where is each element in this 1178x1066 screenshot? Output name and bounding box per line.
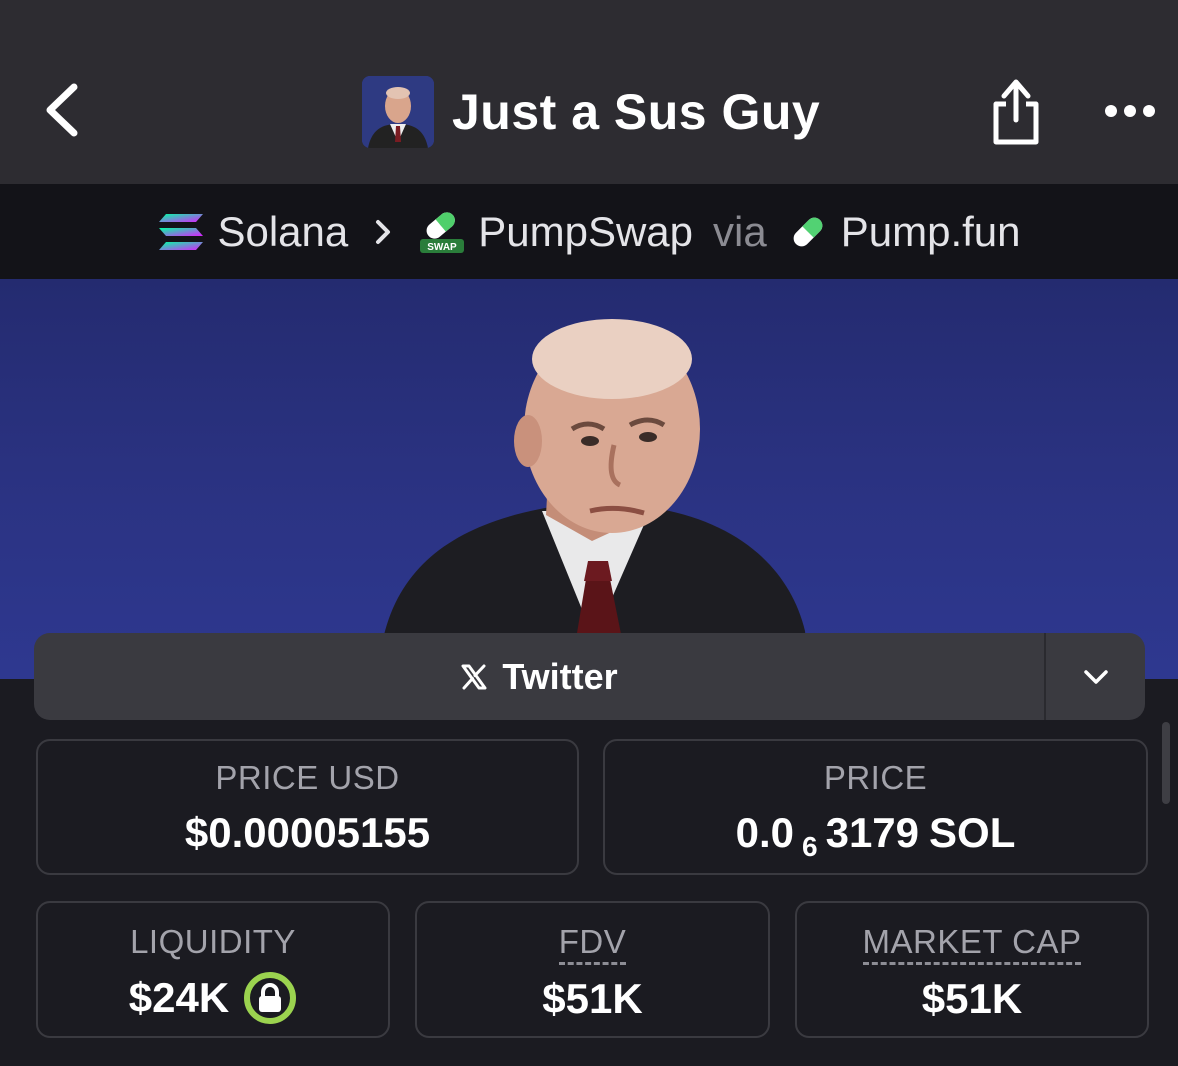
social-links: Twitter [34, 633, 1145, 720]
twitter-label: Twitter [502, 655, 618, 697]
liquidity-value: $24K [128, 974, 230, 1021]
solana-icon [157, 212, 205, 252]
price-native-unit: SOL [929, 809, 1016, 856]
top-bar: Just a Sus Guy [0, 0, 1178, 184]
more-horizontal-icon [1105, 105, 1155, 117]
token-avatar [362, 76, 434, 148]
share-icon [993, 79, 1039, 145]
price-usd-card: PRICE USD $0.00005155 [36, 739, 579, 875]
token-banner-image [0, 279, 1178, 679]
dex-label: PumpSwap [478, 207, 694, 255]
swap-badge-text: SWAP [428, 242, 458, 253]
price-native-card: PRICE 0.0 6 3179 SOL [603, 739, 1148, 875]
price-native-label: PRICE [823, 759, 928, 796]
pumpswap-icon: SWAP [418, 209, 466, 255]
scrollbar[interactable] [1162, 722, 1170, 804]
chevron-right-icon [374, 218, 392, 246]
pill-icon [787, 211, 829, 253]
back-button[interactable] [30, 78, 94, 142]
token-header: Just a Sus Guy [362, 76, 820, 148]
breadcrumb: Solana SWAP PumpSwap via Pump.fun [0, 184, 1178, 279]
launchpad-label: Pump.fun [840, 207, 1021, 255]
breadcrumb-launchpad[interactable]: Pump.fun [787, 208, 1021, 256]
chain-label: Solana [217, 207, 349, 255]
price-native-prefix: 0.0 [735, 809, 795, 856]
liquidity-value-row: $24K [38, 971, 388, 1025]
market-cap-label: MARKET CAP [862, 923, 1082, 965]
market-cap-label-wrap: MARKET CAP [797, 923, 1147, 965]
lock-icon[interactable] [243, 971, 297, 1025]
liquidity-card: LIQUIDITY $24K [36, 901, 390, 1038]
breadcrumb-chain[interactable]: Solana [157, 208, 348, 256]
page-title: Just a Sus Guy [452, 84, 821, 140]
chevron-left-icon [46, 83, 78, 137]
fdv-label: FDV [558, 923, 627, 965]
market-cap-value: $51K [921, 975, 1023, 1022]
liquidity-label: LIQUIDITY [130, 923, 296, 960]
social-dropdown-button[interactable] [1044, 633, 1145, 720]
share-button[interactable] [982, 72, 1050, 150]
twitter-button[interactable]: Twitter [34, 633, 1044, 720]
price-usd-label: PRICE USD [215, 759, 400, 796]
price-usd-value: $0.00005155 [184, 809, 431, 856]
market-cap-card[interactable]: MARKET CAP $51K [795, 901, 1149, 1038]
x-logo-icon [460, 663, 488, 691]
price-native-value: 0.0 6 3179 SOL [605, 809, 1146, 862]
fdv-value: $51K [542, 975, 643, 1022]
breadcrumb-dex[interactable]: SWAP PumpSwap [418, 208, 693, 256]
fdv-card[interactable]: FDV $51K [415, 901, 770, 1038]
more-button[interactable] [1096, 88, 1164, 134]
chevron-down-icon [1083, 669, 1108, 684]
fdv-label-wrap: FDV [417, 923, 768, 965]
price-native-zero-count: 6 [802, 831, 818, 862]
price-native-digits: 3179 [825, 809, 920, 856]
via-label: via [713, 207, 767, 255]
